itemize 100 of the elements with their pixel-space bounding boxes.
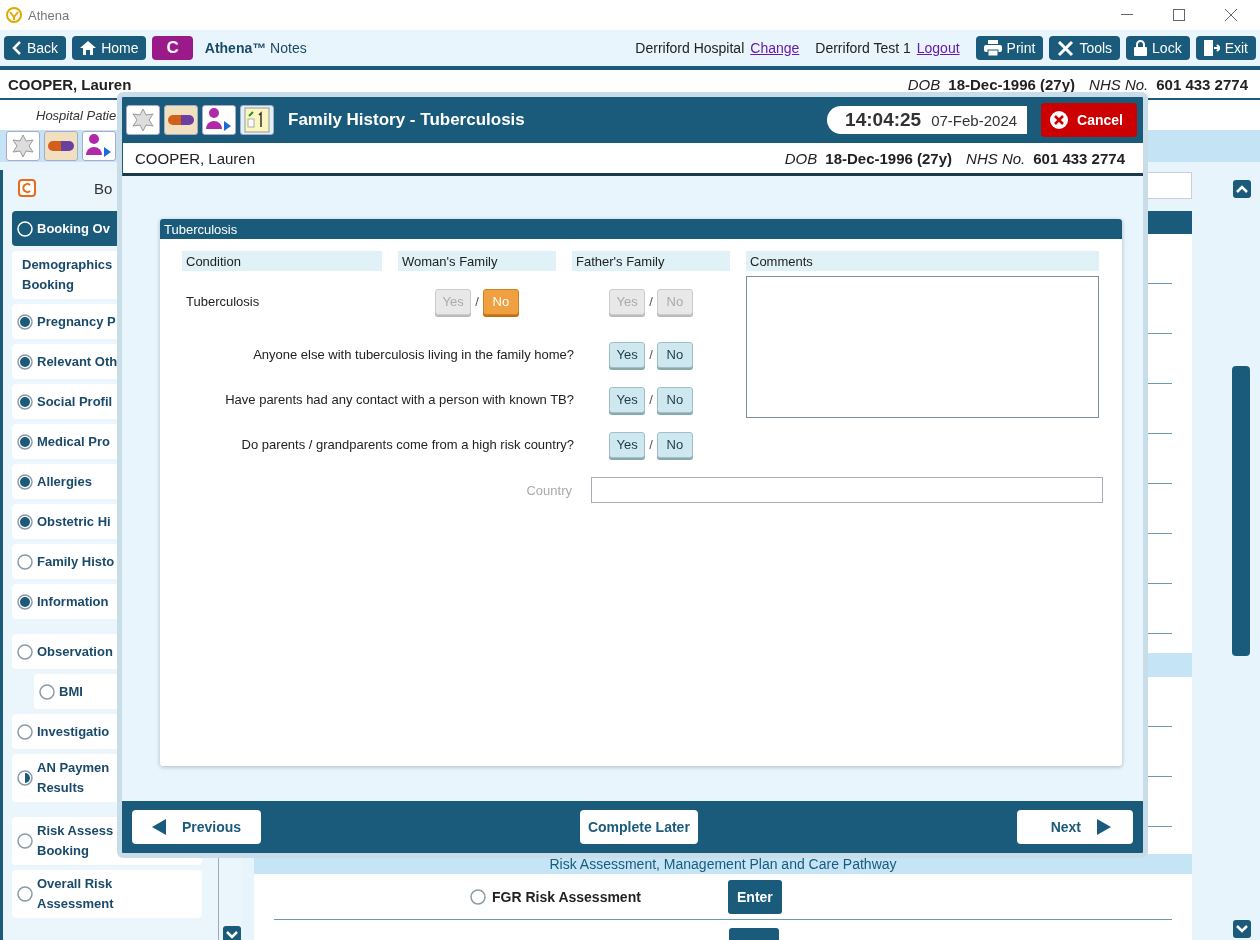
app-name: Athena™ Notes (204, 40, 307, 56)
radio-filled-icon (17, 353, 33, 370)
back-button[interactable]: Back (4, 36, 67, 60)
chevron-down-icon (1236, 925, 1248, 933)
dialog-title: Family History - Tuberculosis (288, 110, 525, 130)
person-arrow-icon (205, 107, 233, 133)
section-title: Bo (94, 179, 113, 197)
radio-half-icon (17, 770, 33, 786)
scroll-down-button[interactable] (1233, 920, 1251, 938)
nhs-value: 601 433 2774 (1156, 75, 1248, 93)
logout-link[interactable]: Logout (916, 40, 960, 56)
nhs-label: NHS No. (966, 149, 1026, 167)
question-label: Anyone else with tuberculosis living in the family home? (252, 347, 575, 362)
slash-separator: / (649, 294, 653, 309)
person-button[interactable] (202, 105, 236, 135)
radio-filled-icon (17, 473, 33, 490)
change-link[interactable]: Change (750, 40, 800, 56)
printer-icon (983, 40, 1002, 56)
cancel-button[interactable]: Cancel (1041, 103, 1137, 137)
pill-icon (48, 141, 74, 151)
print-button[interactable]: Print (975, 36, 1044, 60)
radio-filled-icon (17, 313, 33, 330)
slash-separator: / (649, 437, 653, 452)
patient-name: COOPER, Lauren (8, 75, 132, 93)
chevron-up-icon (1236, 185, 1248, 193)
radio-empty-icon (17, 643, 33, 660)
pill-icon (168, 115, 194, 125)
pill-button[interactable] (164, 105, 198, 135)
clock-display: 14:04:25 07-Feb-2024 (827, 106, 1028, 134)
enter-button[interactable]: Enter (728, 879, 782, 914)
radio-filled-icon (17, 513, 33, 530)
answer-toggle[interactable]: No (656, 431, 693, 458)
question-label: Do parents / grandparents come from a high risk country? (240, 437, 575, 452)
star-button[interactable] (126, 105, 160, 135)
exit-button[interactable]: Exit (1195, 36, 1256, 60)
left-triangle-icon (152, 819, 166, 835)
c-button[interactable]: C (152, 36, 193, 60)
radio-filled-icon (17, 433, 33, 450)
chevron-down-icon (226, 931, 238, 939)
column-header: Woman's Family (398, 251, 556, 271)
next-button[interactable]: Next (1016, 810, 1133, 844)
maximize-icon[interactable] (1173, 9, 1185, 21)
right-triangle-icon (1097, 819, 1111, 835)
person-button[interactable] (82, 131, 116, 161)
assessment-label: FGR Risk Assessment (492, 888, 642, 905)
radio-empty-icon (17, 553, 33, 570)
column-header: Condition (182, 251, 382, 271)
answer-toggle[interactable]: No (656, 341, 693, 368)
column-header: Father's Family (572, 251, 730, 271)
radio-empty-icon (17, 220, 33, 237)
home-button[interactable]: Home (72, 36, 147, 60)
pill-button[interactable] (44, 131, 78, 161)
country-label: Country (525, 482, 573, 498)
star-icon (131, 108, 155, 132)
tools-button[interactable]: Tools (1049, 36, 1121, 60)
question-label: Have parents had any contact with a person with known TB? (224, 392, 575, 407)
scroll-down-button[interactable] (223, 926, 241, 940)
close-circle-icon (1049, 110, 1070, 130)
slash-separator: / (649, 347, 653, 362)
dob-label: DOB (907, 75, 941, 93)
c-logo-icon (18, 179, 36, 197)
star-button[interactable] (6, 131, 40, 161)
lock-button[interactable]: Lock (1126, 36, 1190, 60)
calendar-button[interactable] (240, 105, 274, 135)
country-field[interactable] (591, 477, 1103, 503)
slash-separator: / (649, 392, 653, 407)
answer-toggle[interactable]: Yes (609, 341, 646, 368)
scroll-up-button[interactable] (1233, 180, 1251, 198)
minimize-icon[interactable] (1121, 14, 1133, 16)
lock-icon (1134, 40, 1148, 56)
previous-button[interactable]: Previous (132, 810, 262, 844)
star-icon (11, 134, 35, 158)
close-icon[interactable] (1225, 9, 1237, 21)
complete-later-button[interactable]: Complete Later (579, 810, 698, 844)
home-icon (80, 41, 97, 55)
app-logo-icon (6, 7, 22, 23)
comments-field[interactable] (746, 276, 1099, 418)
nhs-label: NHS No. (1089, 75, 1149, 93)
radio-empty-icon (39, 683, 55, 700)
nhs-value: 601 433 2774 (1033, 149, 1125, 167)
exit-icon (1203, 40, 1220, 56)
answer-toggle[interactable]: No (656, 386, 693, 413)
radio-empty-icon (470, 888, 486, 905)
section-heading: Risk Assessment, Management Plan and Care Pathway (549, 856, 897, 873)
chevron-left-icon (12, 41, 22, 55)
column-header: Comments (746, 251, 1099, 271)
hospital-name: Derriford Hospital (635, 40, 745, 56)
tools-icon (1057, 39, 1075, 57)
answer-toggle[interactable]: Yes (609, 431, 646, 458)
sidebar-item[interactable]: Overall Risk Assessment (12, 870, 202, 918)
person-arrow-icon (85, 133, 113, 159)
dob-label: DOB (784, 149, 818, 167)
radio-empty-icon (17, 833, 33, 849)
window-title: Athena (28, 7, 70, 23)
patient-subtitle: Hospital Patie (36, 107, 117, 123)
dob-value: 18-Dec-1996 (27y) (825, 149, 953, 167)
calendar-icon (244, 107, 270, 133)
slash-separator: / (475, 294, 479, 309)
scrollbar-thumb[interactable] (1232, 366, 1250, 656)
answer-toggle[interactable]: Yes (609, 386, 646, 413)
